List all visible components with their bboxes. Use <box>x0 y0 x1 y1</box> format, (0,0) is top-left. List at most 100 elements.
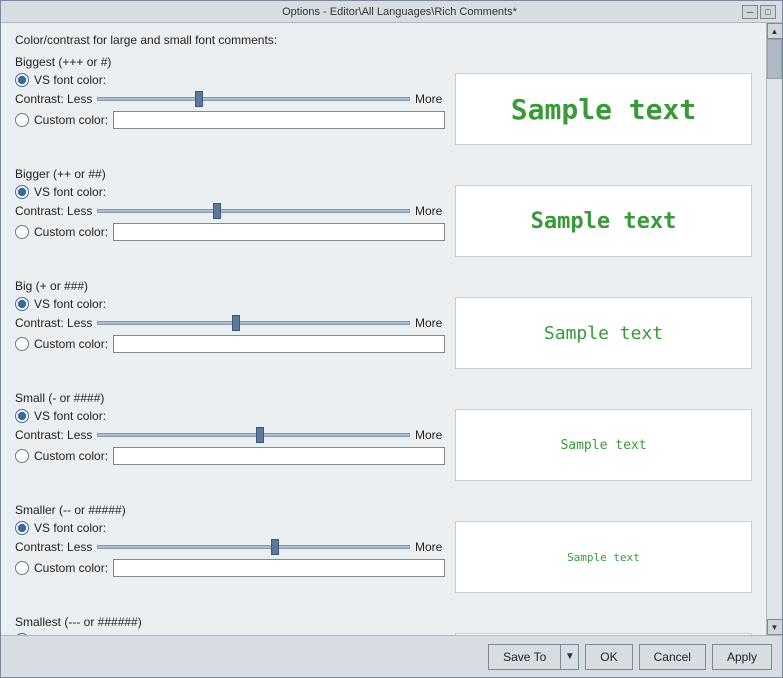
maximize-button[interactable]: □ <box>760 5 776 19</box>
vs-font-label-big: VS font color: <box>34 297 106 311</box>
custom-color-radio-smaller[interactable] <box>15 561 29 575</box>
vs-font-label-bigger: VS font color: <box>34 185 106 199</box>
contrast-row-big: Contrast: Less More <box>15 313 445 333</box>
vs-font-radio-big[interactable] <box>15 297 29 311</box>
custom-color-radio-bigger[interactable] <box>15 225 29 239</box>
preview-box-smaller: Sample text <box>455 521 752 593</box>
content-area: Color/contrast for large and small font … <box>1 23 782 635</box>
section-heading-smaller: Smaller (-- or #####) <box>15 503 752 517</box>
contrast-row-smaller: Contrast: Less More <box>15 537 445 557</box>
custom-color-row-smaller: Custom color: <box>15 559 445 577</box>
custom-color-row-bigger: Custom color: <box>15 223 445 241</box>
save-to-button[interactable]: Save To <box>488 644 561 670</box>
custom-color-radio-big[interactable] <box>15 337 29 351</box>
scroll-thumb-area <box>767 39 782 619</box>
contrast-row-biggest: Contrast: Less More <box>15 89 445 109</box>
ok-button[interactable]: OK <box>585 644 632 670</box>
controls-smaller: VS font color: Contrast: Less More Custo… <box>15 521 445 583</box>
controls-big: VS font color: Contrast: Less More Custo… <box>15 297 445 359</box>
main-panel: Color/contrast for large and small font … <box>1 23 766 635</box>
custom-color-input-smaller[interactable] <box>113 559 445 577</box>
contrast-less-label-smaller: Contrast: Less <box>15 540 92 554</box>
section-heading-big: Big (+ or ###) <box>15 279 752 293</box>
slider-container-small <box>97 425 410 445</box>
contrast-less-label-big: Contrast: Less <box>15 316 92 330</box>
slider-container-smaller <box>97 537 410 557</box>
custom-color-label-big: Custom color: <box>34 337 108 351</box>
window-controls: ─ □ <box>742 5 776 19</box>
cancel-button[interactable]: Cancel <box>639 644 706 670</box>
custom-color-row-small: Custom color: <box>15 447 445 465</box>
section-small: Small (- or ####) VS font color: Contras… <box>15 391 752 485</box>
main-window: Options - Editor\All Languages\Rich Comm… <box>0 0 783 678</box>
custom-color-row-biggest: Custom color: <box>15 111 445 129</box>
contrast-slider-biggest[interactable] <box>97 91 410 107</box>
controls-small: VS font color: Contrast: Less More Custo… <box>15 409 445 471</box>
custom-color-input-small[interactable] <box>113 447 445 465</box>
contrast-slider-smaller[interactable] <box>97 539 410 555</box>
preview-col-bigger: Sample text <box>455 185 752 261</box>
vs-font-radio-smaller[interactable] <box>15 521 29 535</box>
controls-bigger: VS font color: Contrast: Less More Custo… <box>15 185 445 247</box>
vs-font-row-bigger: VS font color: <box>15 185 445 199</box>
contrast-more-label-smaller: More <box>415 540 445 554</box>
contrast-less-label-bigger: Contrast: Less <box>15 204 92 218</box>
vs-font-radio-biggest[interactable] <box>15 73 29 87</box>
preview-box-biggest: Sample text <box>455 73 752 145</box>
custom-color-radio-biggest[interactable] <box>15 113 29 127</box>
title-bar: Options - Editor\All Languages\Rich Comm… <box>1 1 782 23</box>
scrollbar[interactable]: ▲ ▼ <box>766 23 782 635</box>
vs-font-row-big: VS font color: <box>15 297 445 311</box>
slider-container-big <box>97 313 410 333</box>
vs-font-radio-small[interactable] <box>15 409 29 423</box>
contrast-more-label-big: More <box>415 316 445 330</box>
contrast-slider-small[interactable] <box>97 427 410 443</box>
preview-col-big: Sample text <box>455 297 752 373</box>
apply-button[interactable]: Apply <box>712 644 772 670</box>
vs-font-radio-bigger[interactable] <box>15 185 29 199</box>
contrast-slider-big[interactable] <box>97 315 410 331</box>
contrast-slider-bigger[interactable] <box>97 203 410 219</box>
scroll-up-arrow[interactable]: ▲ <box>767 23 783 39</box>
custom-color-input-biggest[interactable] <box>113 111 445 129</box>
section-row-small: VS font color: Contrast: Less More Custo… <box>15 409 752 485</box>
contrast-more-label-biggest: More <box>415 92 445 106</box>
section-big: Big (+ or ###) VS font color: Contrast: … <box>15 279 752 373</box>
section-heading-biggest: Biggest (+++ or #) <box>15 55 752 69</box>
slider-container-bigger <box>97 201 410 221</box>
custom-color-input-bigger[interactable] <box>113 223 445 241</box>
vs-font-label-biggest: VS font color: <box>34 73 106 87</box>
save-to-dropdown[interactable]: ▼ <box>561 644 579 670</box>
section-heading-bigger: Bigger (++ or ##) <box>15 167 752 181</box>
scroll-down-arrow[interactable]: ▼ <box>767 619 783 635</box>
scroll-thumb[interactable] <box>767 39 782 79</box>
controls-biggest: VS font color: Contrast: Less More Custo… <box>15 73 445 135</box>
section-bigger: Bigger (++ or ##) VS font color: Contras… <box>15 167 752 261</box>
preview-col-small: Sample text <box>455 409 752 485</box>
contrast-more-label-small: More <box>415 428 445 442</box>
section-heading-smallest: Smallest (--- or ######) <box>15 615 752 629</box>
vs-font-row-biggest: VS font color: <box>15 73 445 87</box>
section-biggest: Biggest (+++ or #) VS font color: Contra… <box>15 55 752 149</box>
slider-container-biggest <box>97 89 410 109</box>
custom-color-label-biggest: Custom color: <box>34 113 108 127</box>
custom-color-input-big[interactable] <box>113 335 445 353</box>
section-smaller: Smaller (-- or #####) VS font color: Con… <box>15 503 752 597</box>
preview-text-small: Sample text <box>560 438 646 453</box>
preview-text-big: Sample text <box>544 323 663 344</box>
custom-color-label-small: Custom color: <box>34 449 108 463</box>
contrast-more-label-bigger: More <box>415 204 445 218</box>
vs-font-label-small: VS font color: <box>34 409 106 423</box>
section-row-biggest: VS font color: Contrast: Less More Custo… <box>15 73 752 149</box>
contrast-row-bigger: Contrast: Less More <box>15 201 445 221</box>
vs-font-row-smaller: VS font color: <box>15 521 445 535</box>
preview-text-biggest: Sample text <box>511 93 696 126</box>
contrast-row-small: Contrast: Less More <box>15 425 445 445</box>
minimize-button[interactable]: ─ <box>742 5 758 19</box>
preview-box-small: Sample text <box>455 409 752 481</box>
preview-text-bigger: Sample text <box>531 209 677 234</box>
custom-color-radio-small[interactable] <box>15 449 29 463</box>
contrast-less-label-small: Contrast: Less <box>15 428 92 442</box>
custom-color-label-smaller: Custom color: <box>34 561 108 575</box>
vs-font-row-small: VS font color: <box>15 409 445 423</box>
